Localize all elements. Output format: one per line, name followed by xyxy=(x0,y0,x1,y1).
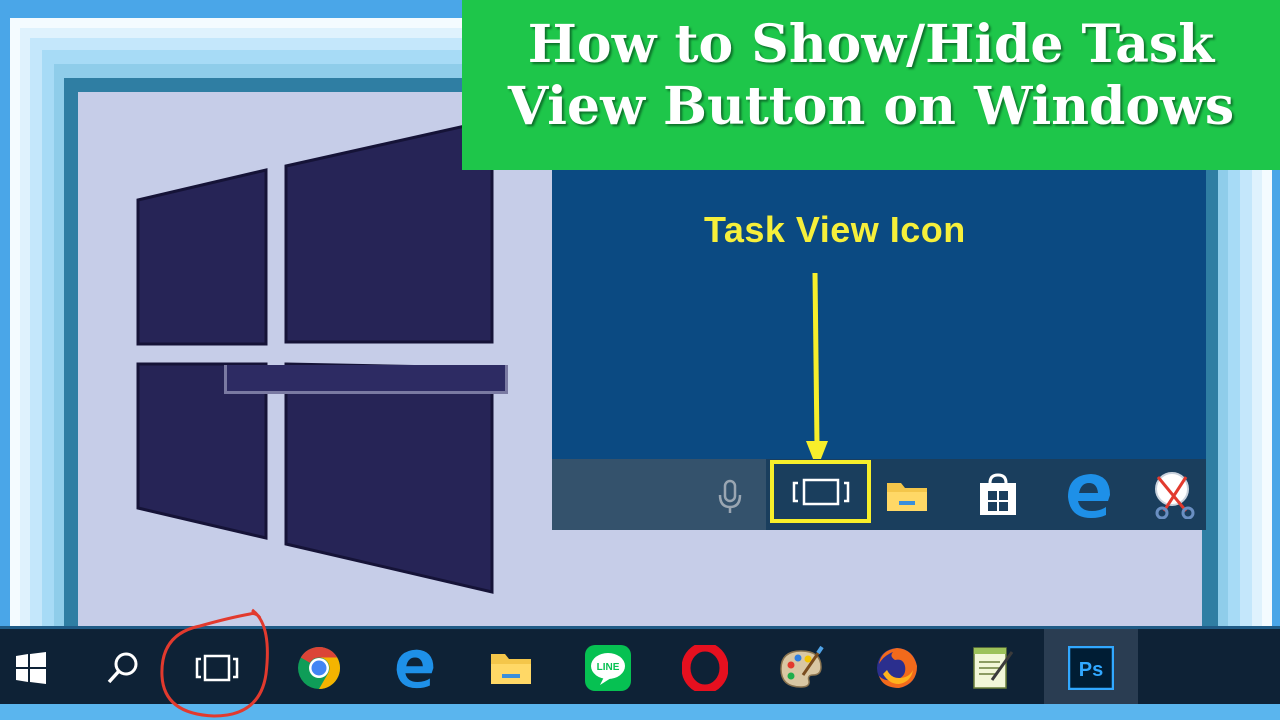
task-view-annotation: Task View Icon xyxy=(704,209,966,250)
line-icon: LINE xyxy=(585,645,631,691)
highlight-circle xyxy=(160,608,269,718)
notepad-icon xyxy=(973,647,1014,689)
search-button[interactable] xyxy=(98,643,148,693)
zoomed-taskbar-inset: Task View Icon xyxy=(552,165,1206,530)
opera-icon xyxy=(682,645,728,691)
banner-title-line-2: View Button on Windows xyxy=(507,76,1235,137)
windows-icon xyxy=(16,652,46,684)
banner-title-line-1: How to Show/Hide Task xyxy=(527,14,1215,75)
photoshop-icon: Ps xyxy=(1068,646,1114,690)
paint-button[interactable] xyxy=(776,643,826,693)
start-button[interactable] xyxy=(6,643,56,693)
notepad-button[interactable] xyxy=(968,643,1018,693)
file-explorer-icon[interactable] xyxy=(885,475,929,515)
file-explorer-button[interactable] xyxy=(486,643,536,693)
inset-window-preview xyxy=(224,365,508,394)
firefox-icon xyxy=(877,648,917,688)
windows-logo-icon xyxy=(136,118,494,594)
folder-icon xyxy=(491,654,531,684)
edge-icon[interactable] xyxy=(1064,471,1114,519)
arrow-down-icon xyxy=(806,273,828,469)
store-icon[interactable] xyxy=(976,473,1020,517)
title-banner: How to Show/Hide Task View Button on Win… xyxy=(462,0,1280,170)
snipping-tool-icon[interactable] xyxy=(1150,471,1200,519)
chrome-icon xyxy=(298,646,341,689)
task-view-icon[interactable] xyxy=(790,477,852,507)
photoshop-label: Ps xyxy=(1079,659,1103,681)
photoshop-button[interactable]: Ps xyxy=(1066,643,1116,693)
line-label: LINE xyxy=(597,662,620,673)
edge-button[interactable] xyxy=(390,643,440,693)
palette-icon xyxy=(780,645,824,688)
chrome-button[interactable] xyxy=(294,643,344,693)
opera-button[interactable] xyxy=(680,643,730,693)
line-button[interactable]: LINE xyxy=(583,643,633,693)
search-icon xyxy=(107,652,138,684)
edge-icon xyxy=(396,649,434,689)
firefox-button[interactable] xyxy=(872,643,922,693)
microphone-icon[interactable] xyxy=(716,479,744,515)
